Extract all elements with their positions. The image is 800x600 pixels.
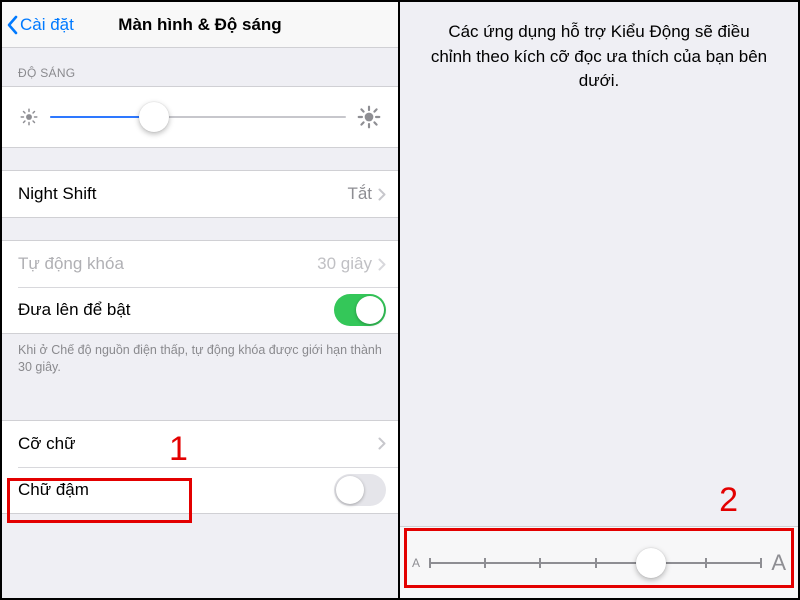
raise-to-wake-toggle[interactable] bbox=[334, 294, 386, 326]
display-settings-screen: Cài đặt Màn hình & Độ sáng ĐỘ SÁNG bbox=[2, 2, 400, 598]
brightness-group bbox=[2, 86, 398, 148]
text-group: Cỡ chữ Chữ đậm bbox=[2, 420, 398, 514]
auto-lock-footnote: Khi ở Chế độ nguồn điện thấp, tự động kh… bbox=[2, 334, 398, 376]
raise-to-wake-label: Đưa lên để bật bbox=[18, 300, 131, 320]
text-size-bar: A A bbox=[400, 526, 798, 598]
bold-text-toggle[interactable] bbox=[334, 474, 386, 506]
auto-lock-label: Tự động khóa bbox=[18, 254, 124, 274]
auto-lock-value: 30 giây bbox=[317, 254, 372, 274]
bold-text-row: Chữ đậm bbox=[2, 467, 398, 513]
brightness-slider[interactable] bbox=[50, 105, 346, 129]
night-shift-group: Night Shift Tắt bbox=[2, 170, 398, 218]
nav-header: Cài đặt Màn hình & Độ sáng bbox=[2, 2, 398, 48]
auto-lock-row[interactable]: Tự động khóa 30 giây bbox=[2, 241, 398, 287]
back-button[interactable]: Cài đặt bbox=[2, 15, 74, 35]
night-shift-value: Tắt bbox=[347, 184, 372, 204]
raise-to-wake-row: Đưa lên để bật bbox=[2, 287, 398, 333]
chevron-left-icon bbox=[6, 15, 18, 35]
night-shift-label: Night Shift bbox=[18, 184, 96, 204]
tutorial-frame: Cài đặt Màn hình & Độ sáng ĐỘ SÁNG bbox=[0, 0, 800, 600]
annotation-number-2: 2 bbox=[719, 481, 738, 520]
sun-low-icon bbox=[18, 106, 40, 128]
chevron-right-icon bbox=[378, 188, 386, 201]
text-size-label: Cỡ chữ bbox=[18, 434, 75, 454]
chevron-right-icon bbox=[378, 258, 386, 271]
sun-high-icon bbox=[356, 104, 382, 130]
brightness-slider-row bbox=[2, 87, 398, 147]
text-size-description: Các ứng dụng hỗ trợ Kiểu Động sẽ điều ch… bbox=[400, 2, 798, 112]
lock-group: Tự động khóa 30 giây Đưa lên để bật bbox=[2, 240, 398, 334]
small-a-icon: A bbox=[412, 556, 420, 570]
chevron-right-icon bbox=[378, 437, 386, 450]
text-size-screen: Các ứng dụng hỗ trợ Kiểu Động sẽ điều ch… bbox=[400, 2, 798, 598]
text-size-row[interactable]: Cỡ chữ bbox=[2, 421, 398, 467]
bold-text-label: Chữ đậm bbox=[18, 480, 89, 500]
text-size-slider[interactable] bbox=[430, 548, 761, 578]
large-a-icon: A bbox=[771, 550, 786, 576]
night-shift-row[interactable]: Night Shift Tắt bbox=[2, 171, 398, 217]
brightness-section-header: ĐỘ SÁNG bbox=[2, 48, 398, 86]
back-label: Cài đặt bbox=[20, 15, 74, 35]
